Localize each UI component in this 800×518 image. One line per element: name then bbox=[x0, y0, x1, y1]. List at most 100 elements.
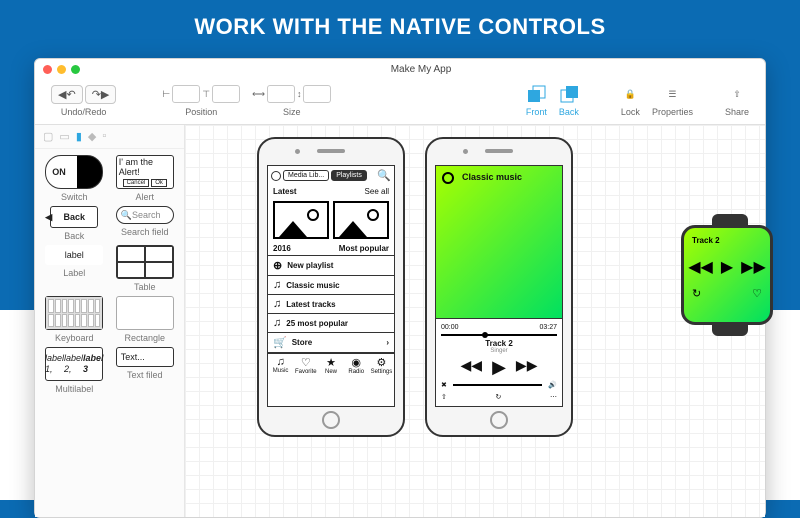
close-icon[interactable] bbox=[43, 65, 52, 74]
phone-icon[interactable]: ▮ bbox=[76, 130, 82, 143]
keyboard-label: Keyboard bbox=[55, 333, 94, 343]
keyboard-widget[interactable] bbox=[45, 296, 103, 330]
tabbar: ♫Music ♡Favorite ★New ◉Radio ⚙Settings bbox=[268, 353, 394, 377]
phone-mock-1[interactable]: Media Lib... Playlists 🔍 Latest See all 2… bbox=[257, 137, 405, 437]
new-playlist-row[interactable]: ⊕New playlist bbox=[268, 256, 394, 276]
caption-2: Most popular bbox=[339, 244, 389, 253]
volume-slider[interactable] bbox=[453, 384, 542, 386]
music-icon: ♫ bbox=[273, 279, 281, 291]
tab-new[interactable]: ★New bbox=[318, 354, 343, 377]
lock-tool[interactable]: 🔒 Lock bbox=[621, 83, 640, 117]
play-icon[interactable]: ▶ bbox=[721, 257, 733, 277]
repeat-icon[interactable]: ↻ bbox=[496, 393, 502, 401]
prev-icon[interactable]: ◀◀ bbox=[688, 257, 713, 277]
caption-1: 2016 bbox=[273, 244, 291, 253]
table-label: Table bbox=[134, 282, 156, 292]
list-item[interactable]: ♫Classic music bbox=[268, 276, 394, 295]
search-label: Search field bbox=[121, 227, 169, 237]
more-icon[interactable]: ⋯ bbox=[550, 393, 557, 401]
next-icon[interactable]: ▶▶ bbox=[741, 257, 766, 277]
size-tool[interactable]: ⟷ ↕ Size bbox=[252, 83, 331, 117]
back-label: Back bbox=[64, 231, 84, 241]
alert-widget[interactable]: I' am the Alert!CancelOk bbox=[116, 155, 174, 189]
plus-icon: ⊕ bbox=[273, 259, 282, 272]
music-icon: ♫ bbox=[273, 317, 281, 329]
canvas[interactable]: Media Lib... Playlists 🔍 Latest See all 2… bbox=[185, 125, 765, 517]
track-title: Track 2 bbox=[485, 339, 513, 348]
properties-icon: ☰ bbox=[668, 83, 676, 105]
watch-icon[interactable]: ▫ bbox=[102, 130, 106, 143]
tab-settings[interactable]: ⚙Settings bbox=[369, 354, 394, 377]
repeat-icon[interactable]: ↻ bbox=[692, 287, 701, 300]
label-widget[interactable]: label bbox=[45, 245, 103, 265]
undo-redo-tool[interactable]: ◀︎↶↷▶︎ Undo/Redo bbox=[51, 83, 116, 117]
latest-header: Latest bbox=[273, 187, 297, 196]
album-cover: Classic music bbox=[436, 166, 562, 318]
multilabel-widget[interactable]: label 1,label 2,label 3 bbox=[45, 347, 103, 381]
rectangle-label: Rectangle bbox=[124, 333, 165, 343]
seg-playlists[interactable]: Playlists bbox=[331, 170, 367, 181]
desktop-icon[interactable]: ▢ bbox=[43, 130, 53, 143]
store-row[interactable]: 🛒Store› bbox=[268, 333, 394, 353]
mute-icon[interactable]: ✖ bbox=[441, 381, 447, 389]
thumb-1[interactable] bbox=[273, 201, 329, 239]
cart-icon: 🛒 bbox=[273, 336, 287, 349]
window-title: Make My App bbox=[85, 64, 757, 75]
textfield-widget[interactable]: Text... bbox=[116, 347, 174, 367]
tab-favorite[interactable]: ♡Favorite bbox=[293, 354, 318, 377]
volume-icon[interactable]: 🔊 bbox=[548, 381, 557, 389]
seg-media[interactable]: Media Lib... bbox=[283, 170, 329, 181]
switch-widget[interactable]: ON bbox=[45, 155, 103, 189]
time-elapsed: 00:00 bbox=[441, 324, 459, 331]
play-icon[interactable]: ▶ bbox=[492, 357, 506, 378]
next-icon[interactable]: ▶▶ bbox=[516, 357, 538, 378]
android-icon[interactable]: ◆ bbox=[88, 130, 96, 143]
chevron-right-icon: › bbox=[386, 338, 389, 347]
artist: Singer bbox=[441, 348, 557, 354]
send-back-tool[interactable]: Back bbox=[559, 83, 579, 117]
hero-title: WORK WITH THE NATIVE CONTROLS bbox=[0, 0, 800, 50]
table-widget[interactable] bbox=[116, 245, 174, 279]
watch-mock[interactable]: Track 2 ◀◀ ▶ ▶▶ ↻ ♡ bbox=[681, 225, 773, 325]
search-icon[interactable]: 🔍 bbox=[377, 169, 391, 182]
music-icon: ♫ bbox=[273, 298, 281, 310]
back-widget[interactable]: ◀Back bbox=[50, 206, 98, 228]
prev-icon[interactable]: ◀◀ bbox=[461, 357, 483, 378]
share-icon: ⇧ bbox=[733, 83, 741, 105]
multilabel-label: Multilabel bbox=[55, 384, 93, 394]
phone-mock-2[interactable]: Classic music 00:00 03:27 Track 2Singer ◀… bbox=[425, 137, 573, 437]
label-label: Label bbox=[63, 268, 85, 278]
app-window: Make My App ◀︎↶↷▶︎ Undo/Redo ⊢ ⊤ Positio… bbox=[34, 58, 766, 518]
watch-track: Track 2 bbox=[692, 236, 762, 245]
cover-title: Classic music bbox=[462, 172, 522, 182]
share-tool[interactable]: ⇧ Share bbox=[725, 83, 749, 117]
scrubber[interactable] bbox=[441, 334, 557, 336]
search-widget[interactable]: 🔍 Search bbox=[116, 206, 174, 224]
zoom-icon[interactable] bbox=[71, 65, 80, 74]
see-all-link[interactable]: See all bbox=[365, 187, 389, 196]
toolbar: ◀︎↶↷▶︎ Undo/Redo ⊢ ⊤ Position ⟷ ↕ Size F… bbox=[35, 79, 765, 125]
list-item[interactable]: ♫Latest tracks bbox=[268, 295, 394, 314]
share-icon[interactable]: ⇧ bbox=[441, 393, 447, 401]
time-total: 03:27 bbox=[539, 324, 557, 331]
position-tool[interactable]: ⊢ ⊤ Position bbox=[162, 83, 240, 117]
tab-radio[interactable]: ◉Radio bbox=[344, 354, 369, 377]
tablet-icon[interactable]: ▭ bbox=[59, 130, 69, 143]
minimize-icon[interactable] bbox=[57, 65, 66, 74]
switch-label: Switch bbox=[61, 192, 88, 202]
device-row[interactable]: ▢ ▭ ▮ ◆ ▫ bbox=[35, 125, 184, 149]
alert-label: Alert bbox=[135, 192, 154, 202]
thumb-2[interactable] bbox=[333, 201, 389, 239]
titlebar: Make My App bbox=[35, 59, 765, 79]
tab-music[interactable]: ♫Music bbox=[268, 354, 293, 377]
sidebar: ▢ ▭ ▮ ◆ ▫ ON Switch I' am the Alert!Cance… bbox=[35, 125, 185, 517]
properties-tool[interactable]: ☰ Properties bbox=[652, 83, 693, 117]
rectangle-widget[interactable] bbox=[116, 296, 174, 330]
textfield-label: Text filed bbox=[127, 370, 163, 380]
bring-front-tool[interactable]: Front bbox=[526, 83, 547, 117]
list-item[interactable]: ♫25 most popular bbox=[268, 314, 394, 333]
avatar-icon bbox=[271, 171, 281, 181]
like-icon[interactable]: ♡ bbox=[752, 287, 762, 300]
lock-icon: 🔒 bbox=[625, 83, 636, 105]
check-icon bbox=[442, 172, 454, 184]
